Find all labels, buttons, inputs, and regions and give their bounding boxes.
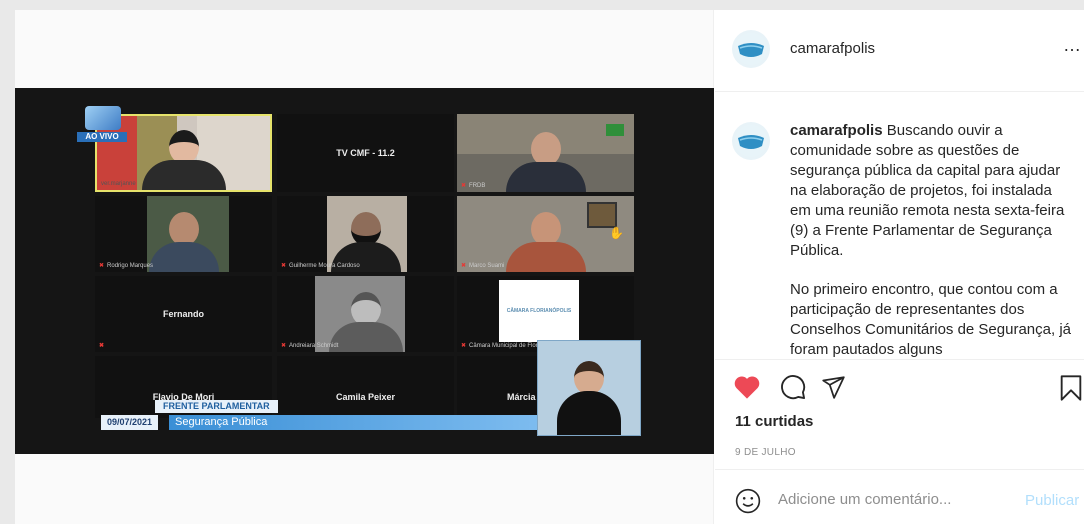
participant-person (328, 292, 403, 352)
more-icon[interactable]: … (1063, 35, 1082, 56)
banner-date: 09/07/2021 (101, 415, 159, 430)
interpreter-person (557, 361, 621, 435)
participant-person (505, 132, 586, 192)
divider (715, 359, 1084, 360)
logo-text: CÂMARA FLORIANÓPOLIS (506, 308, 572, 314)
divider (715, 91, 1084, 92)
banner-subtitle: Segurança Pública (169, 415, 549, 430)
post-media: ver.marjanne AO VIVO TV CMF - 11.2 ✖ FRD… (15, 10, 714, 524)
post-caption: camarafpolis Buscando ouvir a comunidade… (790, 121, 1075, 357)
publish-button[interactable]: Publicar (1025, 492, 1079, 509)
tile-name-text: Andreiara Schmidt (289, 343, 339, 349)
video-tile-3: ✖ FRDB (457, 114, 634, 192)
participant-person (148, 212, 219, 272)
comment-input[interactable] (778, 491, 998, 508)
caption-text: Buscando ouvir a comunidade sobre as que… (790, 122, 1065, 259)
share-icon[interactable] (819, 374, 847, 400)
caption-avatar[interactable] (732, 122, 770, 160)
mask-avatar-icon (735, 125, 767, 157)
tile-name: ver.marjanne (101, 181, 136, 187)
host-person (141, 130, 226, 190)
channel-name: TV CMF - 11.2 (336, 148, 395, 158)
tile-name: ✖ FRDB (461, 183, 486, 189)
emoji-icon[interactable] (735, 488, 761, 514)
video-tile-4: ✖ Rodrigo Marques (95, 196, 272, 272)
tile-name-text: Marco Suami (469, 263, 505, 269)
video-tile-5: ✖ Guilherme Moura Cardoso (277, 196, 454, 272)
live-badge: AO VIVO (77, 106, 137, 146)
divider (715, 469, 1084, 470)
sign-language-interpreter (537, 340, 641, 436)
post-details-panel: camarafpolis … camarafpolis Buscando ouv… (715, 10, 1084, 524)
post-date[interactable]: 9 DE JULHO (735, 447, 796, 458)
mic-off-icon: ✖ (99, 343, 105, 349)
video-tile-8: ✖ Andreiara Schmidt (277, 276, 454, 352)
tv-logo (85, 106, 121, 130)
comment-icon[interactable] (779, 373, 807, 401)
tile-name: ✖ Guilherme Moura Cardoso (281, 263, 360, 269)
mask-avatar-icon (735, 33, 767, 65)
tile-name-text: Rodrigo Marques (107, 263, 154, 269)
caption-paragraph-2: No primeiro encontro, que contou com a p… (790, 281, 1071, 357)
caption-paragraph-1: camarafpolis Buscando ouvir a comunidade… (790, 121, 1075, 261)
tile-name-text: Guilherme Moura Cardoso (289, 263, 360, 269)
lower-third-banner: FRENTE PARLAMENTAR 09/07/2021 Segurança … (97, 400, 557, 434)
likes-count[interactable]: 11 curtidas (735, 413, 813, 430)
tile-name: ✖ Marco Suami (461, 263, 505, 269)
video-tile-channel: TV CMF - 11.2 (277, 114, 454, 192)
tile-name: ✖ Andreiara Schmidt (281, 343, 339, 349)
banner-title: FRENTE PARLAMENTAR (155, 400, 278, 413)
camara-logo: CÂMARA FLORIANÓPOLIS (499, 280, 579, 342)
tile-name: ✖ Rodrigo Marques (99, 263, 154, 269)
author-avatar[interactable] (732, 30, 770, 68)
instagram-post: ver.marjanne AO VIVO TV CMF - 11.2 ✖ FRD… (15, 10, 1084, 524)
video-frame[interactable]: ver.marjanne AO VIVO TV CMF - 11.2 ✖ FRD… (15, 88, 714, 454)
heart-icon[interactable] (733, 374, 761, 400)
app-window: ver.marjanne AO VIVO TV CMF - 11.2 ✖ FRD… (0, 0, 1084, 524)
video-tile-7: Fernando ✖ (95, 276, 272, 352)
bookmark-icon[interactable] (1059, 374, 1083, 402)
video-tile-6: ✋ ✖ Marco Suami (457, 196, 634, 272)
caption-username[interactable]: camarafpolis (790, 122, 883, 139)
tile-name-text: FRDB (469, 183, 486, 189)
participant-person (505, 212, 586, 272)
raise-hand-icon: ✋ (609, 226, 624, 240)
tile-name-text: Fernando (162, 309, 204, 319)
live-badge-text: AO VIVO (77, 132, 127, 142)
author-username[interactable]: camarafpolis (790, 40, 875, 57)
